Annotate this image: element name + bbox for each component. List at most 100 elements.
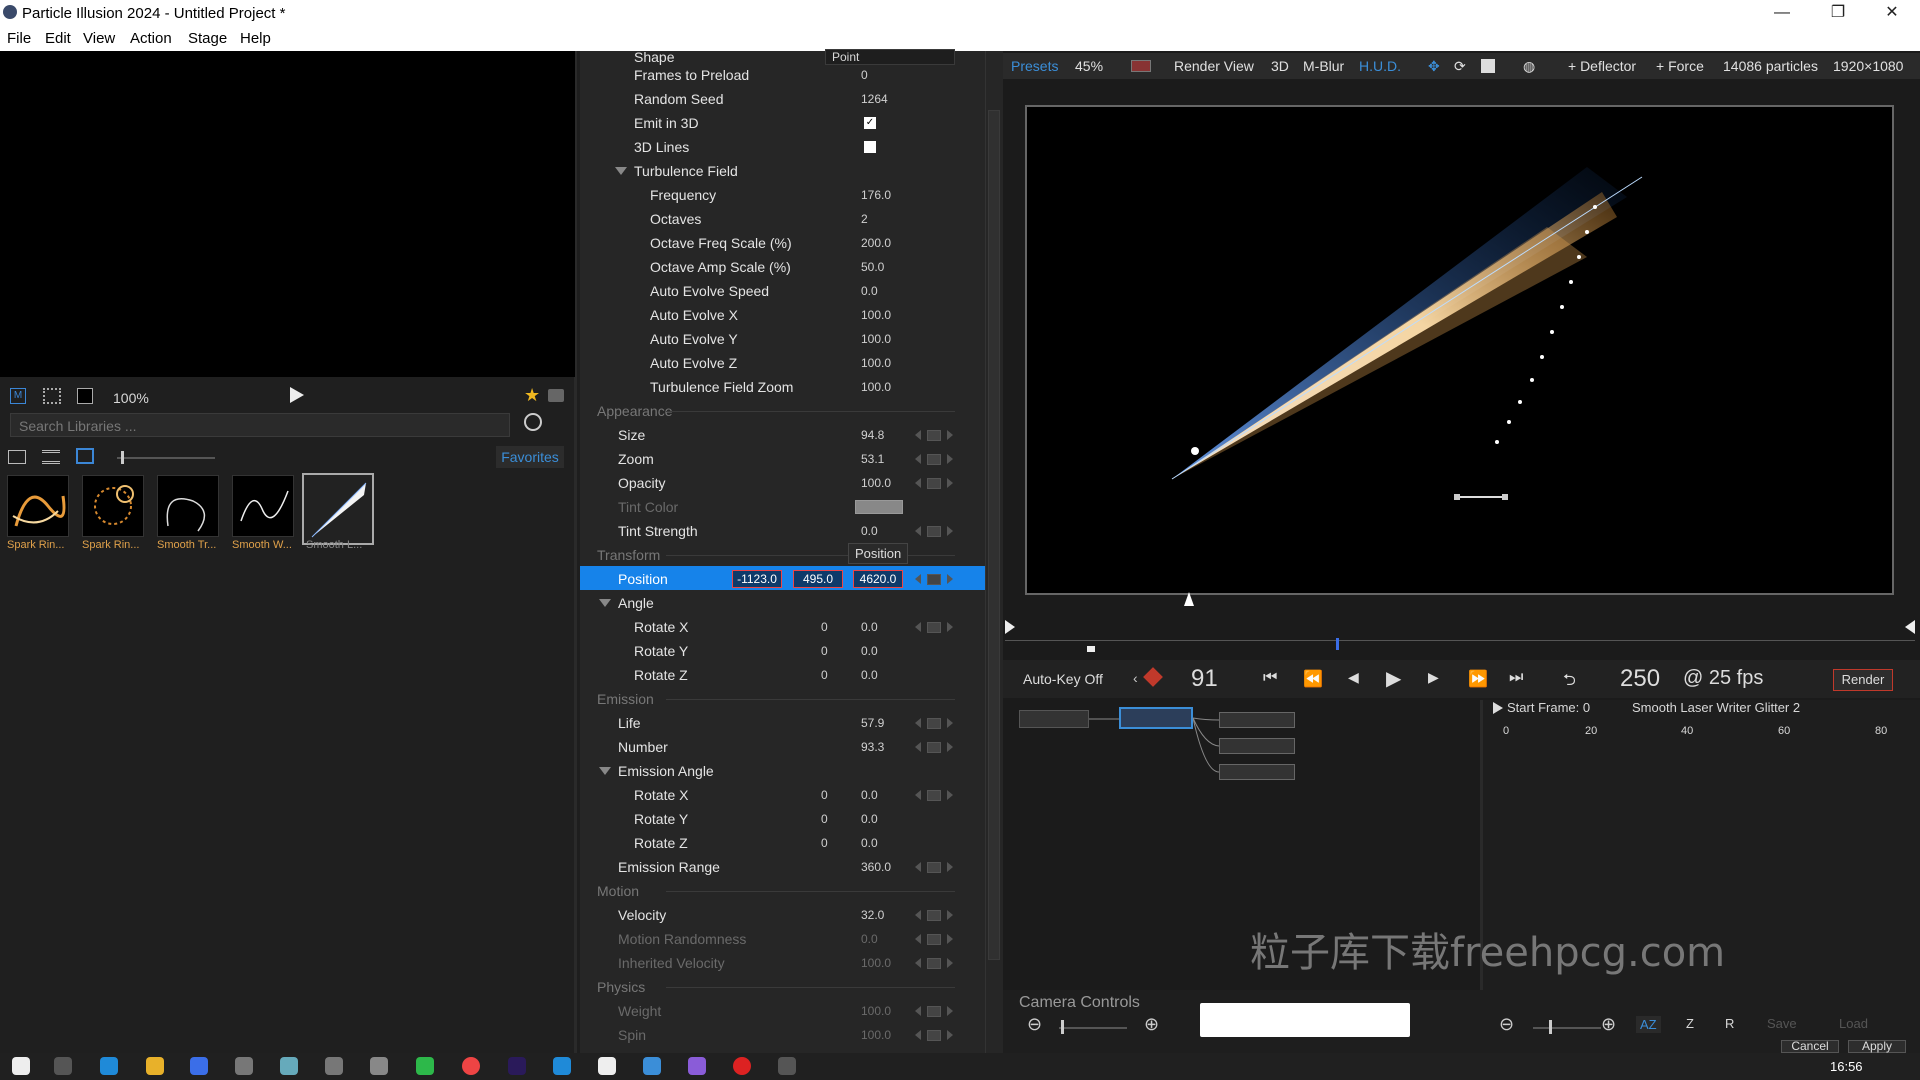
keyframe-controls[interactable] [915, 1030, 963, 1042]
prop-row[interactable]: Transform [580, 543, 985, 567]
save-button[interactable]: Save [1767, 1016, 1797, 1031]
collapse-icon[interactable] [615, 167, 627, 175]
favorites-button[interactable]: Favorites [496, 446, 564, 468]
prop-row[interactable]: Tint Strength 0.0 [580, 519, 985, 543]
prop-row[interactable]: Rotate Y 0.0 0 [580, 807, 985, 831]
z-button[interactable]: Z [1686, 1016, 1694, 1031]
prop-row[interactable]: Frames to Preload 0 [580, 63, 985, 87]
detail-view-icon[interactable] [42, 450, 60, 464]
prop-row[interactable]: Appearance [580, 399, 985, 423]
key-diamond-icon[interactable] [1143, 667, 1163, 687]
viewer-zoom[interactable]: 45% [1075, 58, 1103, 74]
next-key-icon[interactable] [947, 574, 953, 584]
rotate-icon[interactable]: ⟳ [1454, 58, 1466, 75]
graph-icon[interactable] [927, 718, 941, 729]
prop-row[interactable]: Auto Evolve Z 100.0 [580, 351, 985, 375]
prop-row[interactable]: Frequency 176.0 [580, 183, 985, 207]
prop-value[interactable]: 0.0 [861, 788, 878, 802]
close-button[interactable]: ✕ [1864, 0, 1920, 27]
visual-studio-icon[interactable] [688, 1057, 706, 1075]
prev-key-icon[interactable] [915, 1030, 921, 1040]
keyframe-controls[interactable] [915, 862, 963, 874]
add-force-button[interactable]: + Force [1656, 58, 1704, 74]
next-key-icon[interactable] [947, 478, 953, 488]
prop-value[interactable]: 1264 [861, 92, 888, 106]
prop-value[interactable]: 100.0 [861, 308, 891, 322]
camera-icon[interactable] [548, 389, 564, 402]
next-key-icon[interactable] [947, 430, 953, 440]
out-point-marker[interactable] [1905, 620, 1915, 634]
prop-value[interactable]: 94.8 [861, 428, 884, 442]
prop-row[interactable]: Number 93.3 [580, 735, 985, 759]
app-icon-2[interactable] [235, 1057, 253, 1075]
prop-row[interactable]: Motion Randomness 0.0 [580, 927, 985, 951]
prop-row[interactable]: Opacity 100.0 [580, 471, 985, 495]
step-back-icon[interactable]: ◀ [1348, 669, 1359, 686]
position-z-field[interactable]: 4620.0 [853, 570, 903, 588]
cancel-button[interactable]: Cancel [1781, 1040, 1839, 1053]
apply-button[interactable]: Apply [1848, 1040, 1906, 1053]
keyframe-controls[interactable] [915, 526, 963, 538]
prop-row[interactable]: Emit in 3D ✓ [580, 111, 985, 135]
prop-row[interactable]: Emission Angle [580, 759, 985, 783]
prop-value-2[interactable]: 0 [821, 812, 828, 826]
key-zoom-out-icon[interactable]: ⊖ [1499, 1014, 1514, 1035]
keyframe-controls[interactable] [915, 790, 963, 802]
next-key-icon[interactable] [947, 910, 953, 920]
thumb-size-slider[interactable] [117, 457, 215, 459]
playhead[interactable] [1336, 638, 1339, 650]
prop-value-2[interactable]: 0 [821, 668, 828, 682]
graph-icon[interactable] [927, 934, 941, 945]
bg-color-swatch[interactable] [1131, 60, 1151, 72]
prop-row[interactable]: Octaves 2 [580, 207, 985, 231]
after-effects-icon[interactable] [508, 1057, 526, 1075]
graph-icon[interactable] [927, 478, 941, 489]
prop-value-2[interactable]: 0 [821, 836, 828, 850]
prop-row[interactable]: Rotate X 0.0 0 [580, 615, 985, 639]
prop-row[interactable]: Rotate X 0.0 0 [580, 783, 985, 807]
preset-thumb-1[interactable] [7, 475, 69, 537]
prev-key-icon[interactable]: ‹ [1133, 670, 1138, 686]
menu-action[interactable]: Action [130, 30, 172, 47]
prev-key-icon[interactable] [915, 526, 921, 536]
list-view-icon[interactable] [8, 450, 26, 464]
prev-key-icon[interactable] [915, 574, 921, 584]
start-icon[interactable] [12, 1057, 30, 1075]
step-forward-icon[interactable]: ▶ [1428, 669, 1439, 686]
r-button[interactable]: R [1725, 1016, 1734, 1031]
az-button[interactable]: AZ [1636, 1016, 1661, 1033]
render-canvas[interactable] [1025, 105, 1894, 595]
filmstrip-icon[interactable] [43, 388, 61, 404]
prop-value[interactable]: 50.0 [861, 260, 884, 274]
timeline-ruler[interactable] [1005, 620, 1915, 652]
keyframe-controls[interactable] [915, 574, 963, 586]
tint-color-swatch[interactable] [855, 500, 903, 514]
next-key-icon[interactable] [947, 742, 953, 752]
prop-value-2[interactable]: 0 [821, 620, 828, 634]
app-icon-8[interactable] [598, 1057, 616, 1075]
prop-row[interactable]: Weight 100.0 [580, 999, 985, 1023]
prop-row[interactable]: Zoom 53.1 [580, 447, 985, 471]
camera-zoom-slider[interactable] [1059, 1027, 1127, 1029]
prop-row[interactable]: Turbulence Field Zoom 100.0 [580, 375, 985, 399]
search-input[interactable]: Search Libraries ... [10, 413, 510, 437]
prop-row[interactable]: Emission [580, 687, 985, 711]
maximize-button[interactable]: ❐ [1810, 0, 1866, 27]
keyframe-controls[interactable] [915, 910, 963, 922]
prop-value[interactable]: 93.3 [861, 740, 884, 754]
prev-key-icon[interactable] [915, 862, 921, 872]
prop-row[interactable]: Auto Evolve Speed 0.0 [580, 279, 985, 303]
key-zoom-handle[interactable] [1549, 1020, 1552, 1034]
preset-thumb-5-selected[interactable] [302, 473, 374, 545]
keyframe-controls[interactable] [915, 478, 963, 490]
expand-icon[interactable] [1493, 702, 1503, 714]
collapse-icon[interactable] [599, 767, 611, 775]
prop-row[interactable]: Physics [580, 975, 985, 999]
prev-key-icon[interactable] [915, 478, 921, 488]
prev-key-icon[interactable] [915, 622, 921, 632]
prop-row[interactable]: Inherited Velocity 100.0 [580, 951, 985, 975]
next-key-icon[interactable] [947, 958, 953, 968]
keyframe-controls[interactable] [915, 958, 963, 970]
minimize-button[interactable]: — [1754, 0, 1810, 27]
next-key-icon[interactable] [947, 934, 953, 944]
